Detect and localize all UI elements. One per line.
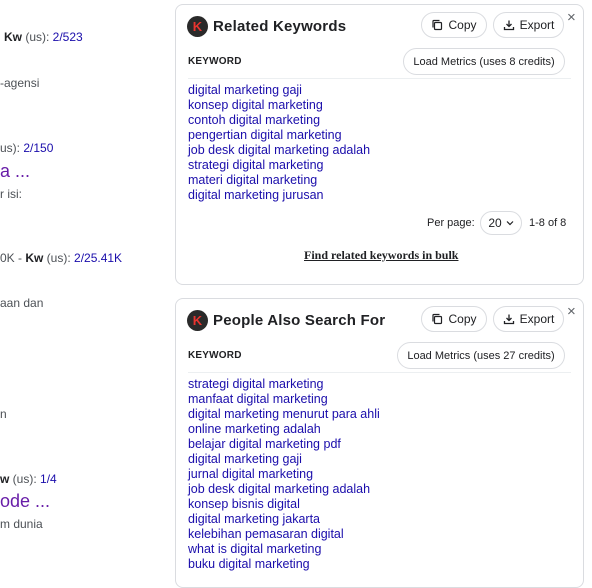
keyword-list: digital marketing gaji konsep digital ma…	[188, 83, 370, 203]
keyword-link[interactable]: manfaat digital marketing	[188, 392, 380, 407]
keywords-everywhere-logo: K	[187, 310, 208, 331]
load-metrics-button[interactable]: Load Metrics (uses 27 credits)	[397, 342, 565, 369]
close-icon[interactable]: ×	[567, 10, 576, 26]
result-snippet: r isi:	[0, 187, 22, 201]
result-snippet: m dunia	[0, 517, 43, 531]
per-page-select[interactable]: 20	[480, 211, 522, 235]
search-results-column: Kw (us): 2/523 -agensi us): 2/150 a ... …	[0, 0, 172, 566]
keyword-link[interactable]: konsep digital marketing	[188, 98, 370, 113]
keyword-link[interactable]: digital marketing menurut para ahli	[188, 407, 380, 422]
find-bulk-link[interactable]: Find related keywords in bulk	[304, 248, 458, 263]
keyword-link[interactable]: materi digital marketing	[188, 173, 370, 188]
keyword-column-header: KEYWORD	[188, 56, 242, 67]
keyword-link[interactable]: buku digital marketing	[188, 557, 380, 572]
keyword-link[interactable]: belajar digital marketing pdf	[188, 437, 380, 452]
header-divider	[188, 78, 571, 79]
export-button[interactable]: Export	[493, 306, 564, 332]
keyword-link[interactable]: konsep bisnis digital	[188, 497, 380, 512]
keyword-link[interactable]: strategi digital marketing	[188, 377, 380, 392]
copy-button[interactable]: Copy	[421, 306, 487, 332]
result-title-link[interactable]: a ...	[0, 161, 30, 182]
people-also-search-panel: K People Also Search For Copy Export × K…	[175, 298, 584, 588]
keyword-link[interactable]: strategi digital marketing	[188, 158, 370, 173]
copy-button[interactable]: Copy	[421, 12, 487, 38]
result-stats-4: w (us): 1/4	[0, 472, 57, 486]
result-stats-link[interactable]: 1/4	[40, 472, 57, 486]
export-label: Export	[519, 312, 555, 326]
keyword-link[interactable]: digital marketing jurusan	[188, 188, 370, 203]
header-divider	[188, 372, 571, 373]
keyword-link[interactable]: job desk digital marketing adalah	[188, 482, 380, 497]
result-snippet: aan dan	[0, 296, 44, 310]
download-icon	[503, 313, 515, 325]
keyword-list: strategi digital marketing manfaat digit…	[188, 377, 380, 572]
copy-icon	[431, 19, 443, 31]
chevron-down-icon	[506, 220, 514, 226]
keyword-link[interactable]: digital marketing gaji	[188, 452, 380, 467]
result-stats-3: 0K - Kw (us): 2/25.41K	[0, 251, 123, 265]
export-label: Export	[519, 18, 555, 32]
panel-title: Related Keywords	[213, 18, 347, 35]
export-button[interactable]: Export	[493, 12, 564, 38]
download-icon	[503, 19, 515, 31]
result-stats-link[interactable]: 2/25.41K	[74, 251, 122, 265]
result-title-link[interactable]: ode ...	[0, 491, 50, 512]
keyword-link[interactable]: job desk digital marketing adalah	[188, 143, 370, 158]
keyword-link[interactable]: kelebihan pemasaran digital	[188, 527, 380, 542]
related-keywords-panel: K Related Keywords Copy Export × KEYWORD…	[175, 4, 584, 285]
result-snippet: n	[0, 407, 7, 421]
load-metrics-button[interactable]: Load Metrics (uses 8 credits)	[403, 48, 565, 75]
keyword-link[interactable]: online marketing adalah	[188, 422, 380, 437]
result-stats-link[interactable]: 2/523	[53, 30, 83, 44]
per-page-label: Per page:	[427, 217, 475, 229]
copy-label: Copy	[448, 18, 477, 32]
copy-icon	[431, 313, 443, 325]
keywords-everywhere-logo: K	[187, 16, 208, 37]
copy-label: Copy	[448, 312, 477, 326]
panel-title: People Also Search For	[213, 312, 386, 329]
close-icon[interactable]: ×	[567, 304, 576, 320]
keyword-column-header: KEYWORD	[188, 350, 242, 361]
result-snippet: -agensi	[0, 76, 40, 90]
keyword-link[interactable]: digital marketing gaji	[188, 83, 370, 98]
result-stats-1: Kw (us): 2/523	[4, 30, 83, 44]
per-page-value: 20	[488, 216, 502, 230]
keyword-link[interactable]: what is digital marketing	[188, 542, 380, 557]
result-stats-link[interactable]: 2/150	[23, 141, 53, 155]
keyword-link[interactable]: pengertian digital marketing	[188, 128, 370, 143]
keyword-link[interactable]: contoh digital marketing	[188, 113, 370, 128]
keyword-link[interactable]: digital marketing jakarta	[188, 512, 380, 527]
keyword-link[interactable]: jurnal digital marketing	[188, 467, 380, 482]
result-stats-2: us): 2/150	[0, 141, 54, 155]
pagination-range: 1-8 of 8	[529, 217, 567, 229]
